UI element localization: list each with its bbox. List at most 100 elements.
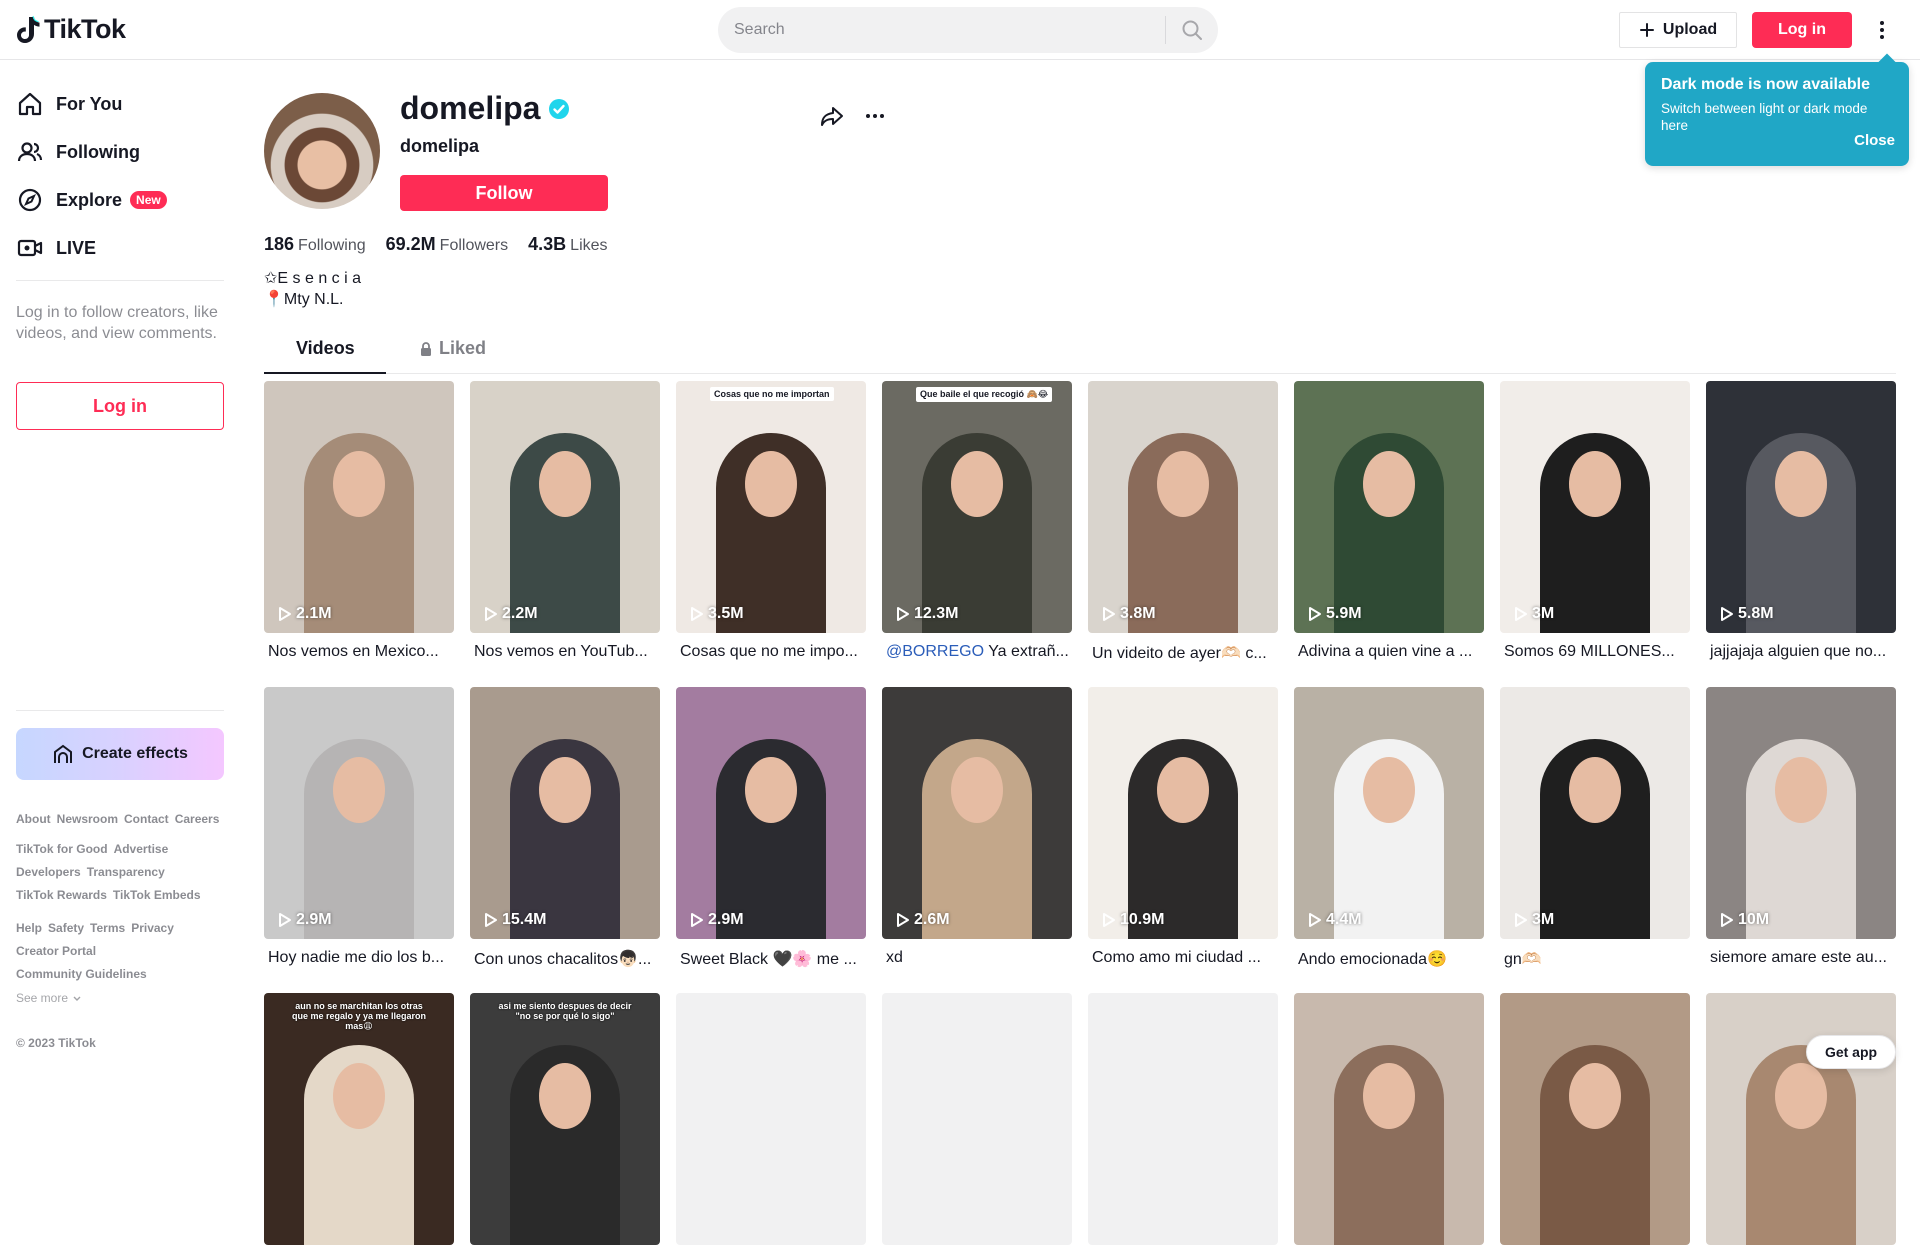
video-title[interactable]: @BORREGO Ya extrañ... xyxy=(882,643,1072,661)
video-card[interactable]: 3M Somos 69 MILLONES... xyxy=(1500,381,1690,661)
footer-link[interactable]: Safety xyxy=(48,921,84,935)
video-thumbnail[interactable]: 3M xyxy=(1500,381,1690,633)
video-title[interactable]: Un videito de ayer🫶🏻 c... xyxy=(1088,643,1278,663)
footer-link[interactable]: Terms xyxy=(90,921,125,935)
search-button[interactable] xyxy=(1166,7,1218,53)
video-card[interactable]: 3M gn🫶🏻 xyxy=(1500,687,1690,969)
video-card[interactable]: asi me siento despues de decir "no se po… xyxy=(470,993,660,1245)
video-card[interactable]: 2.9M Sweet Black 🖤🌸 me ... xyxy=(676,687,866,969)
nav-live[interactable]: LIVE xyxy=(16,228,96,268)
video-thumbnail[interactable]: 2.9M xyxy=(676,687,866,939)
upload-button[interactable]: Upload xyxy=(1619,12,1737,48)
footer-link[interactable]: TikTok Rewards xyxy=(16,888,107,902)
video-thumbnail[interactable]: 10M xyxy=(1706,687,1896,939)
video-thumbnail[interactable]: 15.4M xyxy=(470,687,660,939)
video-card[interactable]: 5.9M Adivina a quien vine a ... xyxy=(1294,381,1484,661)
footer-link[interactable]: Advertise xyxy=(114,842,169,856)
video-thumbnail[interactable]: 2.1M xyxy=(264,381,454,633)
video-card[interactable]: 2.2M Nos vemos en YouTub... xyxy=(470,381,660,661)
video-thumbnail[interactable]: 10.9M xyxy=(1088,687,1278,939)
video-thumbnail[interactable]: 3.8M xyxy=(1088,381,1278,633)
video-card[interactable]: 3.8M Un videito de ayer🫶🏻 c... xyxy=(1088,381,1278,663)
video-card[interactable]: 4.4M Ando emocionada☺️ xyxy=(1294,687,1484,969)
tooltip-close-button[interactable]: Close xyxy=(1854,132,1895,149)
footer-link[interactable]: Help xyxy=(16,921,42,935)
video-title[interactable]: siemore amare este au... xyxy=(1706,949,1896,967)
video-title[interactable]: Hoy nadie me dio los b... xyxy=(264,949,454,967)
footer-link[interactable]: TikTok Embeds xyxy=(113,888,201,902)
video-thumbnail[interactable] xyxy=(676,993,866,1245)
video-thumbnail[interactable]: Cosas que no me importan 3.5M xyxy=(676,381,866,633)
video-title[interactable]: Ando emocionada☺️ xyxy=(1294,949,1484,969)
footer-link[interactable]: About xyxy=(16,812,51,826)
video-title[interactable]: Somos 69 MILLONES... xyxy=(1500,643,1690,661)
profile-more-icon[interactable] xyxy=(862,104,888,128)
video-thumbnail[interactable] xyxy=(882,993,1072,1245)
video-title[interactable]: Con unos chacalitos👦🏻... xyxy=(470,949,660,969)
video-title[interactable]: gn🫶🏻 xyxy=(1500,949,1690,969)
video-card[interactable]: Que baile el que recogió 🙈😂 12.3M @BORREGO… xyxy=(882,381,1072,661)
tab-liked[interactable]: Liked xyxy=(419,338,486,359)
video-card[interactable] xyxy=(676,993,866,1245)
video-card[interactable]: 15.4M Con unos chacalitos👦🏻... xyxy=(470,687,660,969)
nav-explore[interactable]: Explore New xyxy=(16,180,167,220)
video-title[interactable]: Como amo mi ciudad ... xyxy=(1088,949,1278,967)
video-card[interactable] xyxy=(1706,993,1896,1245)
video-title[interactable]: Adivina a quien vine a ... xyxy=(1294,643,1484,661)
footer-link[interactable]: Creator Portal xyxy=(16,944,96,958)
video-title[interactable]: xd xyxy=(882,949,1072,967)
create-effects-button[interactable]: Create effects xyxy=(16,728,224,780)
footer-link[interactable]: TikTok for Good xyxy=(16,842,108,856)
nav-for-you[interactable]: For You xyxy=(16,84,122,124)
video-title[interactable]: Nos vemos en YouTub... xyxy=(470,643,660,661)
video-card[interactable]: 5.8M jajjajaja alguien que no... xyxy=(1706,381,1896,661)
video-thumbnail[interactable] xyxy=(1500,993,1690,1245)
more-options-icon[interactable] xyxy=(1870,16,1894,44)
video-card[interactable]: 2.9M Hoy nadie me dio los b... xyxy=(264,687,454,967)
footer-link[interactable]: Transparency xyxy=(87,865,165,879)
video-thumbnail[interactable]: 2.9M xyxy=(264,687,454,939)
search-input[interactable] xyxy=(718,7,1165,53)
sidebar-login-button[interactable]: Log in xyxy=(16,382,224,430)
video-card[interactable]: 2.1M Nos vemos en Mexico... xyxy=(264,381,454,661)
video-thumbnail[interactable] xyxy=(1294,993,1484,1245)
video-thumbnail[interactable]: 2.2M xyxy=(470,381,660,633)
video-title[interactable]: jajjajaja alguien que no... xyxy=(1706,643,1896,661)
video-card[interactable]: 2.6M xd xyxy=(882,687,1072,967)
get-app-button[interactable]: Get app xyxy=(1806,1035,1896,1069)
video-thumbnail[interactable]: 4.4M xyxy=(1294,687,1484,939)
video-card[interactable]: 10.9M Como amo mi ciudad ... xyxy=(1088,687,1278,967)
video-title[interactable]: Nos vemos en Mexico... xyxy=(264,643,454,661)
mention-link[interactable]: @BORREGO xyxy=(886,643,984,660)
see-more-link[interactable]: See more xyxy=(16,991,82,1005)
video-thumbnail[interactable]: Que baile el que recogió 🙈😂 12.3M xyxy=(882,381,1072,633)
video-thumbnail[interactable] xyxy=(1088,993,1278,1245)
video-thumbnail[interactable]: 5.8M xyxy=(1706,381,1896,633)
header-login-button[interactable]: Log in xyxy=(1752,12,1852,48)
footer-link[interactable]: Newsroom xyxy=(57,812,118,826)
tab-videos[interactable]: Videos xyxy=(296,338,355,359)
follow-button[interactable]: Follow xyxy=(400,175,608,211)
video-thumbnail[interactable]: aun no se marchitan los otras que me reg… xyxy=(264,993,454,1245)
tiktok-logo[interactable]: TikTok xyxy=(16,14,126,45)
footer-link[interactable]: Developers xyxy=(16,865,81,879)
footer-link[interactable]: Contact xyxy=(124,812,169,826)
video-title[interactable]: Cosas que no me impo... xyxy=(676,643,866,661)
video-card[interactable]: 10M siemore amare este au... xyxy=(1706,687,1896,967)
share-icon[interactable] xyxy=(818,102,846,130)
footer-link[interactable]: Community Guidelines xyxy=(16,967,147,981)
video-card[interactable] xyxy=(1500,993,1690,1245)
video-title[interactable]: Sweet Black 🖤🌸 me ... xyxy=(676,949,866,969)
footer-link[interactable]: Privacy xyxy=(131,921,174,935)
video-card[interactable] xyxy=(1088,993,1278,1245)
video-card[interactable] xyxy=(1294,993,1484,1245)
footer-link[interactable]: Careers xyxy=(175,812,220,826)
video-thumbnail[interactable]: 5.9M xyxy=(1294,381,1484,633)
video-thumbnail[interactable]: asi me siento despues de decir "no se po… xyxy=(470,993,660,1245)
video-card[interactable]: aun no se marchitan los otras que me reg… xyxy=(264,993,454,1245)
nav-following[interactable]: Following xyxy=(16,132,140,172)
video-card[interactable] xyxy=(882,993,1072,1245)
video-card[interactable]: Cosas que no me importan 3.5M Cosas que no… xyxy=(676,381,866,661)
video-thumbnail[interactable] xyxy=(1706,993,1896,1245)
video-thumbnail[interactable]: 2.6M xyxy=(882,687,1072,939)
